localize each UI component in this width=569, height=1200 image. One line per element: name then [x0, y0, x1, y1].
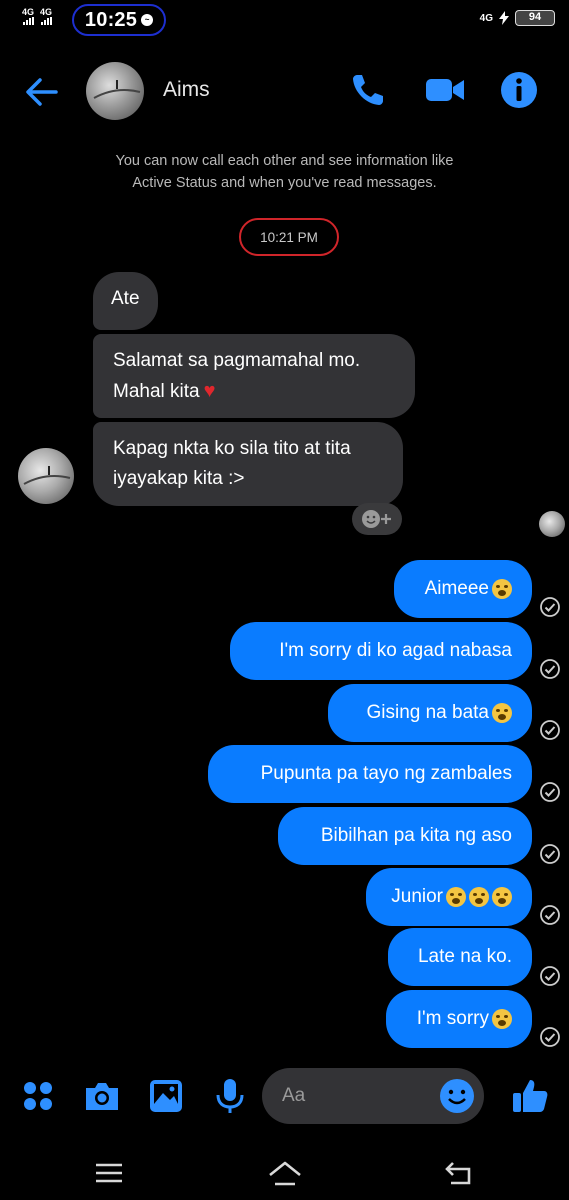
crying-face-emoji-icon [446, 887, 466, 907]
signal-bars-icon [40, 17, 52, 25]
messenger-notification-icon: ~ [141, 14, 154, 26]
red-heart-emoji-icon: ♥ [203, 380, 216, 402]
back-arrow-icon[interactable] [22, 72, 62, 112]
message-text: Salamat sa pagmamahal mo. [113, 350, 361, 371]
sender-avatar[interactable] [18, 448, 74, 504]
message-text: Late na ko. [417, 946, 512, 967]
avatar-photo [23, 466, 71, 485]
outgoing-message[interactable]: Gising na bata [328, 684, 532, 742]
message-timestamp: 10:21 PM [239, 218, 339, 256]
incoming-message[interactable]: Ate [93, 272, 158, 330]
add-reaction-button[interactable] [352, 503, 402, 535]
contact-name[interactable]: Aims [163, 78, 210, 102]
signal-bars-icon [22, 17, 34, 25]
message-input-placeholder: Aa [282, 1085, 306, 1106]
message-text: iyayakap kita :> [113, 468, 245, 489]
delivered-check-icon [540, 597, 560, 617]
menu-nav-icon[interactable] [93, 1158, 125, 1188]
outgoing-message[interactable]: Bibilhan pa kita ng aso [278, 807, 532, 865]
delivered-check-icon [540, 720, 560, 740]
add-reaction-icon [362, 510, 391, 528]
message-text: Mahal kita [113, 381, 200, 402]
emoji-icon[interactable] [437, 1076, 477, 1116]
info-icon[interactable] [499, 70, 539, 110]
timestamp-text: 10:21 PM [260, 229, 318, 245]
back-nav-icon[interactable] [443, 1158, 475, 1188]
outgoing-message[interactable]: I'm sorry di ko agad nabasa [230, 622, 532, 680]
message-text: Gising na bata [366, 702, 489, 723]
message-text: Pupunta pa tayo ng zambales [260, 763, 512, 784]
notice-line: Active Status and when you've read messa… [132, 175, 437, 191]
status-bar-left: 4G 4G [22, 8, 52, 25]
crying-face-emoji-icon [492, 887, 512, 907]
system-notice: You can now call each other and see info… [0, 150, 569, 194]
message-text: Ate [111, 288, 140, 309]
network-type-label: 4G [40, 7, 53, 17]
status-clock: 10:25 ~ [72, 4, 166, 36]
crying-face-emoji-icon [469, 887, 489, 907]
network-type-label: 4G [22, 7, 35, 17]
signal-indicator-1: 4G [22, 8, 34, 25]
read-receipt-avatar [539, 511, 565, 537]
delivered-check-icon [540, 1027, 560, 1047]
outgoing-message[interactable]: I'm sorry [386, 990, 532, 1048]
apps-grid-icon[interactable] [18, 1076, 58, 1116]
charging-bolt-icon [499, 11, 509, 25]
signal-indicator-2: 4G [40, 8, 52, 25]
phone-icon[interactable] [348, 70, 388, 110]
message-text-line: Mahal kita ♥ [113, 376, 395, 407]
message-text: Bibilhan pa kita ng aso [320, 825, 512, 846]
crying-face-emoji-icon [492, 703, 512, 723]
outgoing-message[interactable]: Pupunta pa tayo ng zambales [208, 745, 532, 803]
outgoing-message[interactable]: Junior [366, 868, 532, 926]
incoming-message[interactable]: Kapag nkta ko sila tito at tita iyayakap… [93, 422, 403, 506]
gallery-icon[interactable] [146, 1076, 186, 1116]
status-bar-right: 4G 94 [480, 10, 555, 26]
avatar-photo [93, 80, 141, 99]
message-text: Kapag nkta ko sila tito at tita [113, 438, 351, 459]
network-type-label: 4G [479, 12, 493, 24]
incoming-message[interactable]: Salamat sa pagmamahal mo. Mahal kita ♥ [93, 334, 415, 418]
delivered-check-icon [540, 905, 560, 925]
microphone-icon[interactable] [210, 1076, 250, 1116]
message-text: Junior [391, 886, 443, 907]
crying-face-emoji-icon [492, 1009, 512, 1029]
thumbs-up-icon[interactable] [510, 1076, 550, 1116]
message-text: I'm sorry di ko agad nabasa [279, 640, 512, 661]
notice-line: You can now call each other and see info… [115, 153, 454, 169]
delivered-check-icon [540, 782, 560, 802]
message-text: I'm sorry [416, 1008, 489, 1029]
contact-avatar[interactable] [86, 62, 144, 120]
delivered-check-icon [540, 659, 560, 679]
camera-icon[interactable] [82, 1076, 122, 1116]
clock-time: 10:25 [84, 8, 138, 31]
battery-level: 94 [515, 10, 555, 26]
outgoing-message[interactable]: Late na ko. [388, 928, 532, 986]
home-nav-icon[interactable] [267, 1158, 303, 1188]
video-camera-icon[interactable] [425, 70, 465, 110]
crying-face-emoji-icon [492, 579, 512, 599]
delivered-check-icon [540, 966, 560, 986]
message-text: Aimeee [424, 578, 489, 599]
delivered-check-icon [540, 844, 560, 864]
outgoing-message[interactable]: Aimeee [394, 560, 532, 618]
